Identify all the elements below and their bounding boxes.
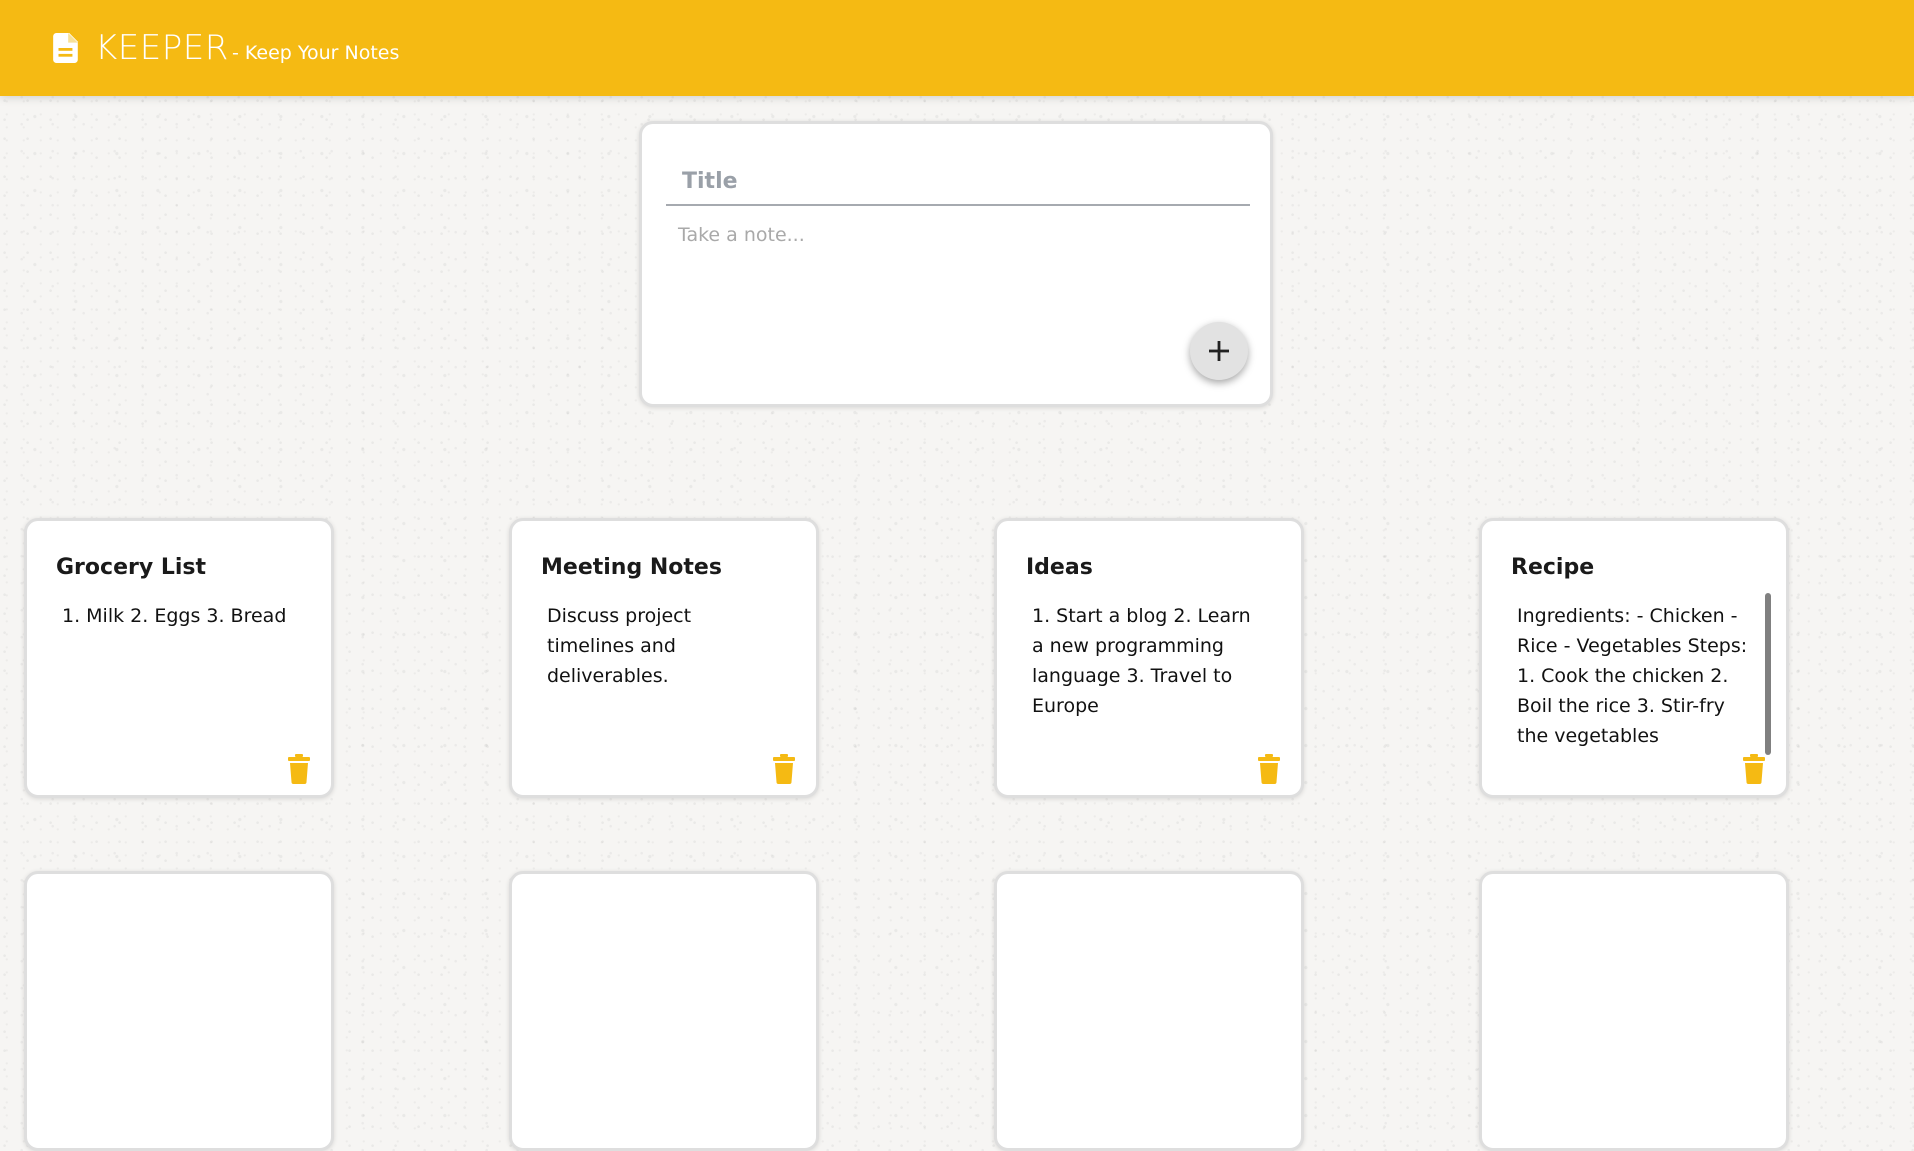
note-title: Ideas	[1026, 555, 1093, 580]
note-content: 1. Milk 2. Eggs 3. Bread	[62, 605, 287, 627]
delete-note-button[interactable]	[287, 754, 311, 784]
note-content: 1. Start a blog 2. Learn a new programmi…	[1032, 605, 1251, 717]
note-icon	[53, 33, 79, 63]
app-title: KEEPER	[95, 28, 229, 68]
note-card	[1479, 871, 1789, 1151]
note-card: Recipe Ingredients: - Chicken - Rice - V…	[1479, 518, 1789, 798]
app-subtitle: - Keep Your Notes	[232, 42, 400, 64]
trash-icon	[1743, 754, 1765, 784]
note-content: Ingredients: - Chicken - Rice - Vegetabl…	[1517, 605, 1748, 747]
create-note-form	[639, 121, 1273, 407]
note-title: Grocery List	[56, 555, 207, 580]
delete-note-button[interactable]	[1742, 754, 1766, 784]
note-content: Discuss project timelines and deliverabl…	[547, 605, 692, 687]
plus-icon	[1209, 341, 1229, 361]
note-card: Ideas 1. Start a blog 2. Learn a new pro…	[994, 518, 1304, 798]
note-card	[994, 871, 1304, 1151]
note-title: Meeting Notes	[541, 555, 722, 580]
note-title: Recipe	[1511, 555, 1595, 580]
app-header: KEEPER - Keep Your Notes	[0, 0, 1914, 96]
note-card: Meeting Notes Discuss project timelines …	[509, 518, 819, 798]
delete-note-button[interactable]	[1257, 754, 1281, 784]
delete-note-button[interactable]	[772, 754, 796, 784]
note-scrollbar[interactable]	[1765, 593, 1771, 755]
note-input[interactable]	[666, 224, 1250, 334]
trash-icon	[1258, 754, 1280, 784]
trash-icon	[773, 754, 795, 784]
note-card: Grocery List 1. Milk 2. Eggs 3. Bread	[24, 518, 334, 798]
note-card	[24, 871, 334, 1151]
title-input[interactable]	[666, 158, 1250, 206]
add-note-button[interactable]	[1190, 322, 1248, 380]
note-card	[509, 871, 819, 1151]
trash-icon	[288, 754, 310, 784]
